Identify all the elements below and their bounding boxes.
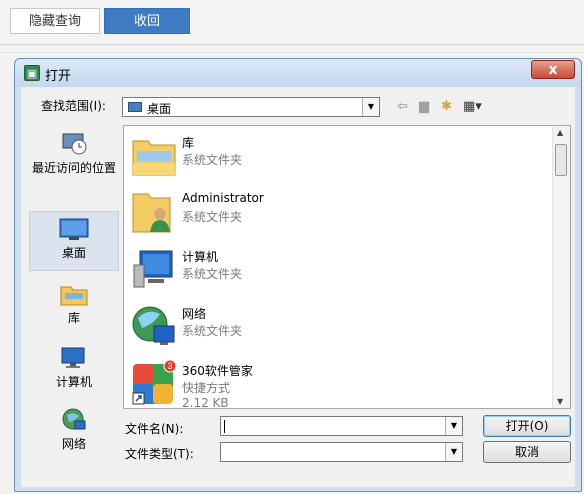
file-list[interactable]: 库 系统文件夹 Administrator 系统文件夹 计算机 系统文件夹 网络… [123, 125, 571, 409]
recent-places-icon [62, 133, 87, 155]
back-arrow-icon[interactable]: ⇦ [397, 99, 408, 115]
cancel-button[interactable]: 取消 [483, 441, 571, 463]
badge-count: 3 [167, 361, 172, 371]
scroll-down-icon[interactable]: ▼ [557, 397, 563, 406]
computer-icon [61, 347, 85, 368]
place-label: 最近访问的位置 [31, 161, 116, 175]
file-name: 计算机 [182, 250, 219, 264]
place-label: 库 [67, 311, 80, 325]
chevron-down-icon[interactable]: ▼ [362, 98, 379, 116]
close-button[interactable]: x [531, 60, 575, 79]
place-label: 网络 [61, 437, 86, 451]
file-type: 快捷方式 [182, 381, 231, 395]
chevron-down-icon[interactable]: ▼ [445, 443, 462, 461]
dialog-title: 打开 [45, 69, 72, 84]
place-desktop[interactable]: 桌面 [29, 211, 119, 271]
filetype-select[interactable]: ▼ [220, 442, 463, 462]
text-caret [224, 420, 225, 433]
file-type: 系统文件夹 [182, 153, 243, 167]
dialog-body: 查找范围(I): 桌面 ▼ ⇦ ▆ ✱ ▦▾ 最近访问的位置 桌面 库 计算机 … [21, 87, 575, 487]
place-libraries[interactable]: 库 [29, 277, 119, 331]
new-folder-icon[interactable]: ✱ [441, 99, 452, 115]
vertical-scrollbar[interactable]: ▲ ▼ [552, 126, 570, 408]
file-name: 360软件管家 [182, 364, 253, 378]
file-name: 库 [182, 136, 195, 150]
network-globe-icon [132, 306, 175, 345]
list-item[interactable]: 网络 系统文件夹 [128, 300, 548, 354]
filetype-label: 文件类型(T): [125, 447, 194, 461]
place-label: 计算机 [55, 375, 92, 389]
file-name: Administrator [182, 191, 264, 205]
scroll-thumb[interactable] [555, 144, 567, 176]
place-computer[interactable]: 计算机 [29, 341, 119, 395]
view-menu-icon[interactable]: ▦▾ [463, 99, 482, 115]
background-divider [0, 52, 584, 53]
dialog-titlebar[interactable]: ▣ 打开 x [15, 59, 581, 87]
file-name: 网络 [182, 307, 207, 321]
file-size: 2.12 KB [182, 396, 229, 409]
file-type: 系统文件夹 [182, 210, 243, 224]
open-file-dialog: ▣ 打开 x 查找范围(I): 桌面 ▼ ⇦ ▆ ✱ ▦▾ 最近访问的位置 桌面… [14, 58, 582, 492]
look-in-select[interactable]: 桌面 ▼ [122, 97, 380, 117]
list-item[interactable]: 计算机 系统文件夹 [128, 243, 548, 297]
list-item[interactable]: Administrator 系统文件夹 [128, 186, 548, 240]
desktop-icon [59, 218, 89, 240]
up-folder-icon[interactable]: ▆ [419, 99, 429, 115]
computer-icon [133, 250, 173, 288]
page-toolbar: 隐藏查询 收回 [0, 0, 584, 45]
network-icon [62, 408, 86, 430]
look-in-value: 桌面 [147, 102, 172, 116]
libraries-icon [60, 286, 88, 306]
place-network[interactable]: 网络 [29, 403, 119, 457]
filename-label: 文件名(N): [125, 422, 184, 436]
desktop-icon [128, 102, 142, 112]
file-type: 系统文件夹 [182, 324, 243, 338]
app-icon: ▣ [24, 65, 40, 81]
chevron-down-icon[interactable]: ▼ [445, 417, 462, 435]
libraries-folder-icon [132, 140, 176, 176]
list-item[interactable]: 库 系统文件夹 [128, 129, 548, 183]
hide-query-button[interactable]: 隐藏查询 [10, 8, 100, 34]
list-item[interactable]: 3 360软件管家 快捷方式 2.12 KB [128, 357, 548, 409]
filename-input[interactable]: ▼ [220, 416, 463, 436]
places-bar: 最近访问的位置 桌面 库 计算机 网络 [29, 127, 119, 451]
file-type: 系统文件夹 [182, 267, 243, 281]
app-shortcut-icon: 3 [132, 359, 177, 405]
scroll-up-icon[interactable]: ▲ [557, 128, 563, 137]
collapse-button[interactable]: 收回 [104, 8, 190, 34]
user-folder-icon [132, 193, 171, 233]
look-in-label: 查找范围(I): [41, 99, 106, 113]
place-label: 桌面 [61, 246, 86, 260]
open-button[interactable]: 打开(O) [483, 415, 571, 437]
place-recent[interactable]: 最近访问的位置 [29, 127, 119, 185]
